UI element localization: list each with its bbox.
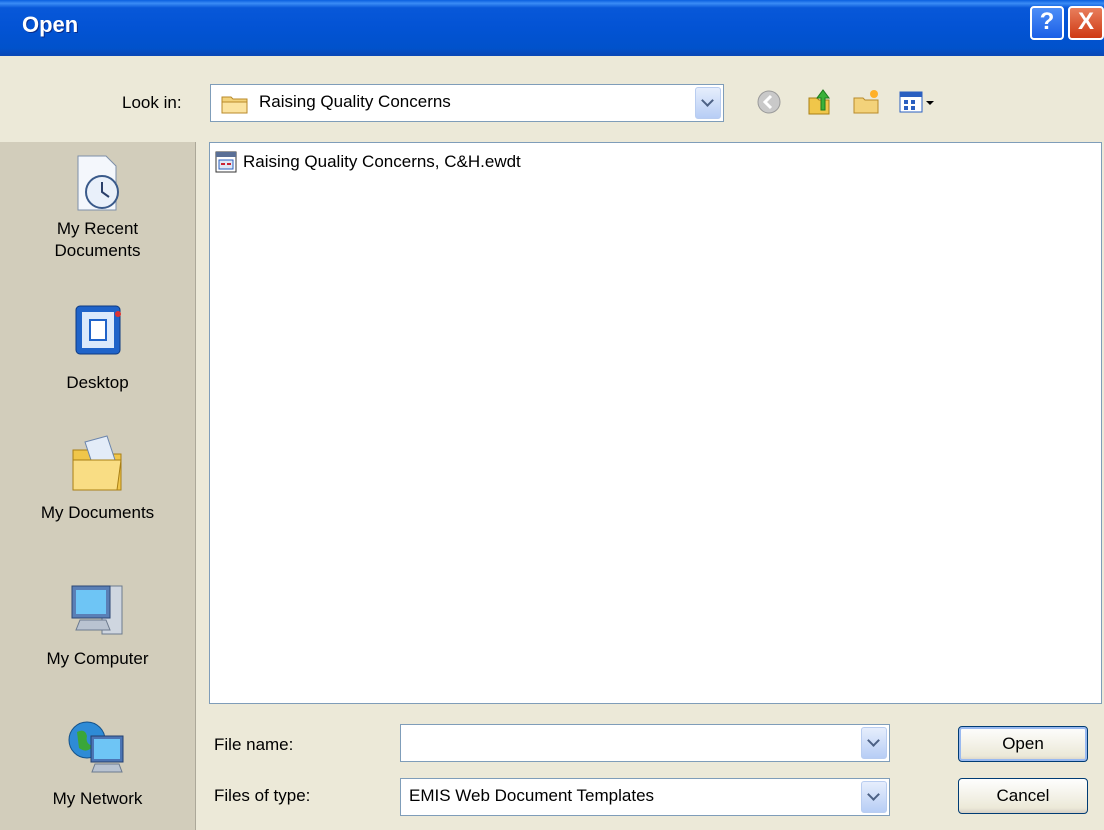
template-file-icon — [215, 151, 237, 173]
recent-documents-icon — [77, 155, 119, 211]
back-icon[interactable] — [755, 88, 783, 116]
title-bar[interactable]: Open ? X — [0, 0, 1104, 56]
close-button[interactable]: X — [1068, 6, 1104, 40]
my-computer-icon — [71, 585, 122, 635]
place-my-computer[interactable]: My Computer — [0, 578, 195, 672]
file-name: Raising Quality Concerns, C&H.ewdt — [243, 152, 521, 171]
place-label: Desktop — [66, 373, 129, 392]
file-name-label: File name: — [214, 735, 294, 754]
files-of-type-value: EMIS Web Document Templates — [409, 786, 655, 805]
place-desktop[interactable]: Desktop — [0, 300, 195, 396]
places-bar: My Recent Documents Desktop My Documents… — [0, 142, 196, 830]
my-network-icon — [68, 721, 123, 773]
cancel-button[interactable]: Cancel — [958, 778, 1088, 814]
look-in-label: Look in: — [122, 93, 182, 112]
look-in-value: Raising Quality Concerns — [259, 92, 451, 111]
look-in-dropdown-arrow[interactable] — [695, 87, 721, 119]
files-of-type-dropdown[interactable]: EMIS Web Document Templates — [400, 778, 890, 816]
place-label: My Documents — [40, 503, 155, 522]
up-one-level-icon[interactable] — [805, 88, 833, 116]
files-of-type-label: Files of type: — [214, 786, 311, 805]
file-name-dropdown-arrow[interactable] — [861, 727, 887, 759]
place-my-recent-documents[interactable]: My Recent Documents — [0, 152, 195, 264]
place-my-network[interactable]: My Network — [0, 716, 195, 812]
files-of-type-dropdown-arrow[interactable] — [861, 781, 887, 813]
list-item[interactable]: Raising Quality Concerns, C&H.ewdt — [215, 149, 521, 175]
place-label: My Network — [52, 789, 143, 808]
place-label: Documents — [54, 241, 141, 260]
file-list[interactable]: Raising Quality Concerns, C&H.ewdt — [209, 142, 1102, 704]
new-folder-icon[interactable] — [852, 88, 880, 116]
place-my-documents[interactable]: My Documents — [0, 432, 195, 526]
views-menu-icon[interactable] — [898, 88, 938, 116]
file-name-input[interactable] — [400, 724, 890, 762]
help-button[interactable]: ? — [1030, 6, 1064, 40]
my-documents-icon — [72, 435, 122, 491]
place-label: My Computer — [46, 649, 149, 668]
open-button[interactable]: Open — [958, 726, 1088, 762]
look-in-dropdown[interactable]: Raising Quality Concerns — [210, 84, 724, 122]
window-title: Open — [22, 12, 79, 37]
desktop-icon — [75, 305, 121, 355]
folder-icon — [221, 96, 248, 114]
